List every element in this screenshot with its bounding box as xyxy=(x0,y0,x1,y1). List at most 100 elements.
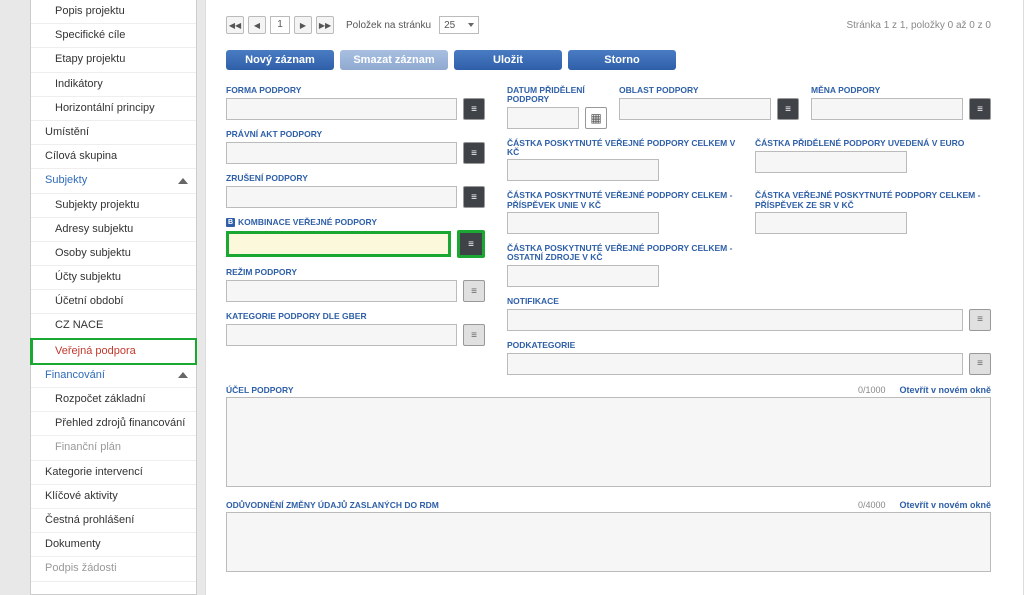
nav-rozpocet-zakladni[interactable]: Rozpočet základní xyxy=(31,388,196,412)
pager-summary: Stránka 1 z 1, položky 0 až 0 z 0 xyxy=(846,20,991,31)
podkategorie-label: PODKATEGORIE xyxy=(507,341,991,351)
pager-per-page-select[interactable]: 25 xyxy=(439,16,479,34)
oduvodneni-textarea[interactable] xyxy=(226,512,991,572)
pager-next-button[interactable]: ▶ xyxy=(294,16,312,34)
nav-specificke-cile[interactable]: Specifické cíle xyxy=(31,24,196,48)
nav-cestna-prohlaseni[interactable]: Čestná prohlášení xyxy=(31,509,196,533)
chevron-up-icon xyxy=(178,372,188,378)
forma-podpory-input[interactable] xyxy=(226,98,457,120)
nav-prehled-zdroju[interactable]: Přehled zdrojů financování xyxy=(31,412,196,436)
nav-ucty-subjektu[interactable]: Účty subjektu xyxy=(31,266,196,290)
datum-label: DATUM PŘIDĚLENÍ PODPORY xyxy=(507,86,607,105)
new-record-button[interactable]: Nový záznam xyxy=(226,50,334,70)
nav-financni-plan: Finanční plán xyxy=(31,436,196,460)
forma-podpory-lookup-button[interactable]: ≡ xyxy=(463,98,485,120)
kombinace-lookup-button[interactable]: ≡ xyxy=(457,230,485,258)
pager-last-button[interactable]: ▶▶ xyxy=(316,16,334,34)
nav-adresy-subjektu[interactable]: Adresy subjektu xyxy=(31,218,196,242)
oblast-label: OBLAST PODPORY xyxy=(619,86,799,96)
list-icon: ≡ xyxy=(471,148,477,159)
nav-ucetni-obdobi[interactable]: Účetní období xyxy=(31,290,196,314)
nav-cilova-skupina[interactable]: Cílová skupina xyxy=(31,145,196,169)
castka-prispevek-sr-label: ČÁSTKA VEŘEJNÉ POSKYTNUTÉ PODPORY CELKEM… xyxy=(755,191,991,210)
datum-calendar-button[interactable]: ▦ xyxy=(585,107,607,129)
nav-etapy-projektu[interactable]: Etapy projektu xyxy=(31,48,196,72)
notifikace-label: NOTIFIKACE xyxy=(507,297,991,307)
nav-horizontalni-principy[interactable]: Horizontální principy xyxy=(31,97,196,121)
pager-row: ◀◀ ◀ 1 ▶ ▶▶ Položek na stránku 25 Stránk… xyxy=(226,16,991,34)
oduvodneni-open-new-window-link[interactable]: Otevřít v novém okně xyxy=(899,500,991,510)
mena-input[interactable] xyxy=(811,98,963,120)
required-icon: B xyxy=(226,218,235,227)
nav-kategorie-intervenci[interactable]: Kategorie intervencí xyxy=(31,461,196,485)
notifikace-lookup-button[interactable]: ≡ xyxy=(969,309,991,331)
podkategorie-lookup-button[interactable]: ≡ xyxy=(969,353,991,375)
castka-celkem-kc-label: ČÁSTKA POSKYTNUTÉ VEŘEJNÉ PODPORY CELKEM… xyxy=(507,139,743,158)
list-icon: ≡ xyxy=(471,286,477,297)
list-icon: ≡ xyxy=(471,192,477,203)
castka-ostatni-label: ČÁSTKA POSKYTNUTÉ VEŘEJNÉ PODPORY CELKEM… xyxy=(507,244,743,263)
pager-page-input[interactable]: 1 xyxy=(270,16,290,34)
kombinace-input[interactable] xyxy=(226,231,451,257)
zruseni-input[interactable] xyxy=(226,186,457,208)
datum-input[interactable] xyxy=(507,107,579,129)
kategorie-gber-lookup-button[interactable]: ≡ xyxy=(463,324,485,346)
nav-subjekty[interactable]: Subjekty xyxy=(31,169,196,193)
nav-popis-projektu[interactable]: Popis projektu xyxy=(31,0,196,24)
ucel-label: ÚČEL PODPORY xyxy=(226,385,294,395)
kategorie-gber-input[interactable] xyxy=(226,324,457,346)
zruseni-lookup-button[interactable]: ≡ xyxy=(463,186,485,208)
ucel-open-new-window-link[interactable]: Otevřít v novém okně xyxy=(899,385,991,395)
rezim-input[interactable] xyxy=(226,280,457,302)
nav-osoby-subjektu[interactable]: Osoby subjektu xyxy=(31,242,196,266)
nav-financovani[interactable]: Financování xyxy=(31,364,196,388)
nav-indikatory[interactable]: Indikátory xyxy=(31,73,196,97)
pager-prev-button[interactable]: ◀ xyxy=(248,16,266,34)
zruseni-label: ZRUŠENÍ PODPORY xyxy=(226,174,485,184)
oduvodneni-count: 0/4000 xyxy=(858,500,886,510)
notifikace-input[interactable] xyxy=(507,309,963,331)
mena-lookup-button[interactable]: ≡ xyxy=(969,98,991,120)
calendar-icon: ▦ xyxy=(590,111,601,125)
nav-klicove-aktivity[interactable]: Klíčové aktivity xyxy=(31,485,196,509)
rezim-lookup-button[interactable]: ≡ xyxy=(463,280,485,302)
list-icon: ≡ xyxy=(785,104,791,115)
rezim-label: REŽIM PODPORY xyxy=(226,268,485,278)
delete-record-button: Smazat záznam xyxy=(340,50,448,70)
pravni-akt-label: PRÁVNÍ AKT PODPORY xyxy=(226,130,485,140)
castka-prispevek-unie-input[interactable] xyxy=(507,212,659,234)
cancel-button[interactable]: Storno xyxy=(568,50,676,70)
oblast-input[interactable] xyxy=(619,98,771,120)
save-button[interactable]: Uložit xyxy=(454,50,562,70)
nav-cz-nace[interactable]: CZ NACE xyxy=(31,314,196,338)
castka-celkem-kc-input[interactable] xyxy=(507,159,659,181)
kombinace-label: BKOMBINACE VEŘEJNÉ PODPORY xyxy=(226,218,485,228)
pager-per-page-label: Položek na stránku xyxy=(346,20,431,31)
ucel-textarea[interactable] xyxy=(226,397,991,487)
list-icon: ≡ xyxy=(471,104,477,115)
forma-podpory-label: FORMA PODPORY xyxy=(226,86,485,96)
list-icon: ≡ xyxy=(468,239,474,250)
sidebar: Popis projektu Specifické cíle Etapy pro… xyxy=(30,0,197,595)
header-line xyxy=(226,0,991,12)
pravni-akt-input[interactable] xyxy=(226,142,457,164)
podkategorie-input[interactable] xyxy=(507,353,963,375)
nav-dokumenty[interactable]: Dokumenty xyxy=(31,533,196,557)
nav-podpis-zadosti: Podpis žádosti xyxy=(31,557,196,581)
nav-verejna-podpora[interactable]: Veřejná podpora xyxy=(30,338,197,365)
list-icon: ≡ xyxy=(471,330,477,341)
pager-first-button[interactable]: ◀◀ xyxy=(226,16,244,34)
castka-pridelene-euro-label: ČÁSTKA PŘIDĚLENÉ PODPORY UVEDENÁ V EURO xyxy=(755,139,991,149)
ucel-count: 0/1000 xyxy=(858,385,886,395)
castka-prispevek-unie-label: ČÁSTKA POSKYTNUTÉ VEŘEJNÉ PODPORY CELKEM… xyxy=(507,191,743,210)
pravni-akt-lookup-button[interactable]: ≡ xyxy=(463,142,485,164)
castka-ostatni-input[interactable] xyxy=(507,265,659,287)
list-icon: ≡ xyxy=(977,104,983,115)
castka-prispevek-sr-input[interactable] xyxy=(755,212,907,234)
main-content: ◀◀ ◀ 1 ▶ ▶▶ Položek na stránku 25 Stránk… xyxy=(205,0,1024,595)
castka-pridelene-euro-input[interactable] xyxy=(755,151,907,173)
nav-umisteni[interactable]: Umístění xyxy=(31,121,196,145)
nav-subjekty-projektu[interactable]: Subjekty projektu xyxy=(31,194,196,218)
oblast-lookup-button[interactable]: ≡ xyxy=(777,98,799,120)
list-icon: ≡ xyxy=(977,358,983,369)
